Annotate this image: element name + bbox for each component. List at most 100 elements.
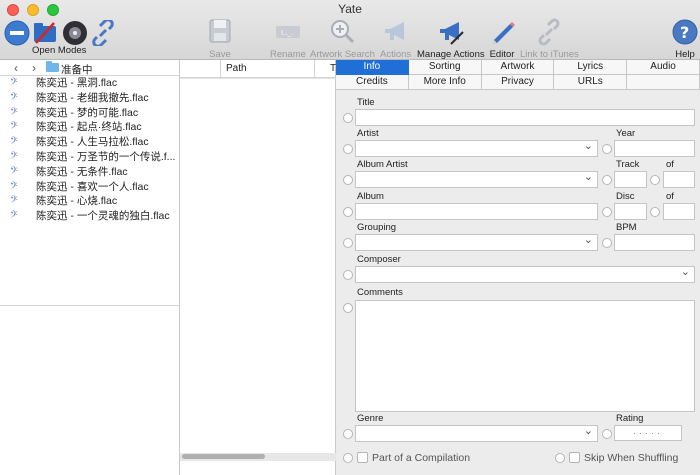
- composer-combo[interactable]: [355, 265, 695, 283]
- file-item[interactable]: 𝄢 陈奕迅 - 心烧.flac: [0, 194, 179, 209]
- artwork-search-label: Artwork Search: [310, 49, 375, 60]
- bpm-field[interactable]: [614, 234, 695, 251]
- disc-mode-icon[interactable]: [62, 20, 88, 46]
- column-separator[interactable]: [314, 60, 315, 78]
- file-item[interactable]: 𝄢 陈奕迅 - 梦的可能.flac: [0, 106, 179, 121]
- album-field[interactable]: [355, 203, 598, 220]
- tab-credits[interactable]: Credits: [336, 75, 409, 90]
- file-item[interactable]: 𝄢 陈奕迅 - 人生马拉松.flac: [0, 135, 179, 150]
- grouping-select-radio[interactable]: [343, 238, 353, 248]
- disc-total-field[interactable]: [663, 203, 695, 220]
- disc-total-radio[interactable]: [650, 207, 660, 217]
- track-number-field[interactable]: [614, 171, 647, 188]
- tab-info[interactable]: Info: [336, 60, 409, 75]
- grouping-combo[interactable]: [355, 233, 598, 251]
- file-item[interactable]: 𝄢 陈奕迅 - 喜欢一个人.flac: [0, 180, 179, 195]
- album-artist-select-radio[interactable]: [343, 175, 353, 185]
- forward-arrow-icon[interactable]: ›: [32, 61, 36, 75]
- bass-clef-icon: 𝄢: [10, 90, 18, 105]
- artist-select-radio[interactable]: [343, 144, 353, 154]
- file-name: 陈奕迅 - 喜欢一个人.flac: [36, 180, 149, 193]
- file-item[interactable]: 𝄢 陈奕迅 - 黑洞.flac: [0, 76, 179, 91]
- compilation-select-radio[interactable]: [343, 453, 353, 463]
- file-item[interactable]: 𝄢 陈奕迅 - 无条件.flac: [0, 165, 179, 180]
- year-field[interactable]: [614, 140, 695, 157]
- editor-button[interactable]: Editor: [488, 18, 516, 60]
- artist-combo[interactable]: [355, 139, 598, 157]
- bass-clef-icon: 𝄢: [10, 179, 18, 194]
- actions-button[interactable]: Actions: [380, 18, 411, 60]
- comments-textarea[interactable]: [355, 300, 695, 412]
- back-arrow-icon[interactable]: ‹: [14, 61, 18, 75]
- bpm-select-radio[interactable]: [602, 238, 612, 248]
- folder-icon: [46, 61, 59, 72]
- table-row: [180, 78, 336, 79]
- column-header-path[interactable]: Path: [226, 63, 247, 74]
- tab-lyrics[interactable]: Lyrics: [554, 60, 628, 75]
- current-folder-name[interactable]: 准备中: [61, 62, 93, 77]
- chain-link-icon: [538, 18, 560, 46]
- list-mode-icon[interactable]: [4, 20, 30, 46]
- save-button[interactable]: Save: [206, 18, 234, 60]
- compilation-checkbox[interactable]: [357, 452, 368, 463]
- album-artist-combo[interactable]: [355, 170, 598, 188]
- disc-select-radio[interactable]: [602, 207, 612, 217]
- grouping-label: Grouping: [357, 222, 397, 233]
- artist-label: Artist: [357, 128, 379, 139]
- track-of-label: of: [666, 159, 674, 170]
- magnifier-plus-icon: [331, 20, 355, 44]
- file-name: 陈奕迅 - 梦的可能.flac: [36, 106, 139, 119]
- split-divider[interactable]: [0, 305, 179, 306]
- tab-more-info[interactable]: More Info: [408, 75, 482, 90]
- skip-shuffle-checkbox[interactable]: [569, 452, 580, 463]
- file-name: 陈奕迅 - 黑洞.flac: [36, 77, 118, 89]
- tab-sorting[interactable]: Sorting: [408, 60, 482, 75]
- artwork-search-button[interactable]: Artwork Search: [310, 18, 375, 60]
- floppy-disk-icon: [209, 19, 231, 43]
- compilation-label: Part of a Compilation: [372, 452, 471, 464]
- title-field[interactable]: [355, 109, 695, 126]
- help-button[interactable]: ? Help: [671, 18, 699, 60]
- actions-label: Actions: [380, 49, 412, 60]
- title-select-radio[interactable]: [343, 113, 353, 123]
- skip-shuffle-select-radio[interactable]: [555, 453, 565, 463]
- genre-select-radio[interactable]: [343, 429, 353, 439]
- track-total-field[interactable]: [663, 171, 695, 188]
- tab-artwork[interactable]: Artwork: [481, 60, 555, 75]
- manage-actions-label: Manage Actions: [417, 49, 485, 60]
- file-name: 陈奕迅 - 老细我撤先.flac: [36, 91, 149, 104]
- horizontal-scrollbar-thumb[interactable]: [182, 454, 265, 459]
- rename-button[interactable]: I.._. Rename: [270, 18, 306, 60]
- column-separator[interactable]: [220, 60, 221, 78]
- link-mode-icon[interactable]: [90, 20, 116, 46]
- file-name: 陈奕迅 - 人生马拉松.flac: [36, 136, 149, 149]
- comments-select-radio[interactable]: [343, 303, 353, 313]
- file-item[interactable]: 𝄢 陈奕迅 - 一个灵魂的独白.flac: [0, 209, 179, 224]
- year-select-radio[interactable]: [602, 144, 612, 154]
- file-item[interactable]: 𝄢 陈奕迅 - 起点·终站.flac: [0, 120, 179, 135]
- manage-actions-button[interactable]: Manage Actions: [417, 18, 485, 60]
- skip-shuffle-label: Skip When Shuffling: [584, 452, 679, 464]
- file-item[interactable]: 𝄢 陈奕迅 - 万圣节的一个传说.f...: [0, 150, 179, 165]
- tab-urls[interactable]: URLs: [554, 75, 628, 90]
- disc-of-label: of: [666, 191, 674, 202]
- genre-combo[interactable]: [355, 424, 598, 442]
- composer-label: Composer: [357, 254, 401, 265]
- track-select-radio[interactable]: [602, 175, 612, 185]
- svg-text:?: ?: [680, 23, 689, 42]
- composer-select-radio[interactable]: [343, 270, 353, 280]
- file-name: 陈奕迅 - 起点·终站.flac: [36, 121, 142, 134]
- disc-number-field[interactable]: [614, 203, 647, 220]
- folder-mode-icon[interactable]: [32, 20, 58, 46]
- track-total-radio[interactable]: [650, 175, 660, 185]
- file-item[interactable]: 𝄢 陈奕迅 - 老细我撤先.flac: [0, 91, 179, 106]
- folder-nav-bar: ‹ › 准备中: [0, 60, 179, 76]
- tab-audio[interactable]: Audio: [627, 60, 700, 75]
- rating-stars[interactable]: ·····: [614, 425, 682, 441]
- rename-label: Rename: [270, 49, 306, 60]
- comments-label: Comments: [357, 287, 403, 298]
- link-itunes-button[interactable]: Link to iTunes: [520, 18, 579, 60]
- rating-select-radio[interactable]: [602, 429, 612, 439]
- tab-privacy[interactable]: Privacy: [481, 75, 555, 90]
- album-select-radio[interactable]: [343, 207, 353, 217]
